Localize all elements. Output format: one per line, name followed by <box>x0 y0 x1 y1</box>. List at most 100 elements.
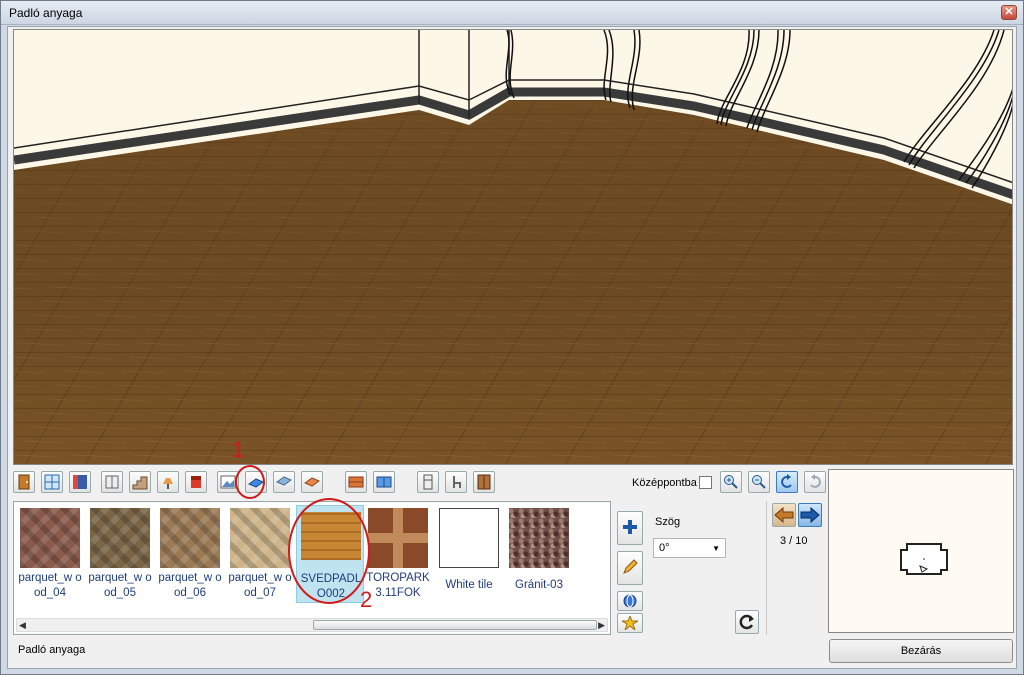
room-plan-thumbnail <box>900 543 948 575</box>
zoom-in-icon <box>724 475 738 489</box>
annotation-number-1: 1 <box>232 437 245 462</box>
zoom-out-icon <box>752 475 766 489</box>
separator <box>766 501 767 635</box>
scroll-right-icon[interactable]: ▶ <box>598 620 605 631</box>
zoom-out-button[interactable] <box>748 471 770 493</box>
stair-category-button[interactable] <box>129 471 151 493</box>
center-label: Középpontba <box>632 477 697 489</box>
material-item[interactable]: TOROPARK 3.11FOK <box>364 505 432 603</box>
material-swatch <box>368 508 428 568</box>
refresh-icon <box>739 614 754 630</box>
material-item[interactable]: White tile <box>435 505 503 603</box>
edit-material-button[interactable] <box>617 551 643 585</box>
tile-category-button[interactable] <box>373 471 395 493</box>
rotate-left-icon <box>781 474 792 488</box>
material-item[interactable]: parquet_w ood_06 <box>156 505 224 603</box>
plus-icon <box>623 520 637 534</box>
horizontal-scrollbar[interactable]: ◀ ▶ <box>16 618 608 632</box>
chair-icon <box>453 476 461 488</box>
page-indicator: 3 / 10 <box>780 535 808 547</box>
window-category-button[interactable] <box>41 471 63 493</box>
tile-icon <box>376 476 392 488</box>
angle-select[interactable]: 0° ▼ <box>653 538 726 558</box>
wardrobe-icon <box>477 474 491 490</box>
fridge-icon <box>423 474 433 490</box>
roof-icon <box>304 477 320 487</box>
roof-category-button[interactable] <box>301 471 323 493</box>
pencil-icon <box>623 559 638 574</box>
refresh-button[interactable] <box>735 610 759 634</box>
ceiling-category-button[interactable] <box>273 471 295 493</box>
angle-value: 0° <box>659 542 670 554</box>
close-button[interactable]: Bezárás <box>829 639 1013 663</box>
window-icon <box>44 474 60 490</box>
angle-label: Szög <box>655 516 681 528</box>
material-label: parquet_w ood_07 <box>228 572 292 599</box>
material-item[interactable]: parquet_w ood_04 <box>16 505 84 603</box>
dialog-client-area: Középpontba parquet_w ood_04 parquet_w oo… <box>7 26 1017 669</box>
rotate-right-icon <box>810 474 821 488</box>
wall-texture-category-button[interactable] <box>69 471 91 493</box>
material-label: White tile <box>445 579 493 591</box>
rotate-right-button[interactable] <box>804 471 826 493</box>
material-swatch <box>160 508 220 568</box>
scroll-left-icon[interactable]: ◀ <box>19 620 26 631</box>
annotation-number-2: 2 <box>360 587 373 612</box>
favorites-button[interactable] <box>617 613 643 633</box>
globe-icon <box>623 594 637 608</box>
material-swatch <box>439 508 499 568</box>
material-swatch <box>230 508 290 568</box>
wall-texture-icon <box>73 475 87 489</box>
material-item[interactable]: parquet_w ood_05 <box>86 505 154 603</box>
title-bar[interactable]: Padló anyaga ✕ <box>1 1 1023 25</box>
material-label: Gránit-03 <box>515 579 563 591</box>
material-label: TOROPARK 3.11FOK <box>366 572 430 599</box>
brick-icon <box>348 476 364 488</box>
zoom-in-button[interactable] <box>720 471 742 493</box>
material-swatch <box>509 508 569 568</box>
material-label: parquet_w ood_04 <box>18 572 82 599</box>
lamp-icon <box>163 478 173 489</box>
cabinet-category-button[interactable] <box>101 471 123 493</box>
brick-category-button[interactable] <box>345 471 367 493</box>
star-icon <box>622 616 638 630</box>
door-category-button[interactable] <box>13 471 35 493</box>
arrow-right-icon <box>800 506 820 524</box>
arrow-left-icon <box>774 506 794 524</box>
previous-view-button[interactable] <box>772 503 796 527</box>
chair-category-button[interactable] <box>445 471 467 493</box>
material-item[interactable]: Gránit-03 <box>505 505 573 603</box>
material-item[interactable]: parquet_w ood_07 <box>226 505 294 603</box>
material-label: parquet_w ood_06 <box>158 572 222 599</box>
floor-plan-preview[interactable] <box>828 469 1014 633</box>
wardrobe-category-button[interactable] <box>473 471 495 493</box>
online-library-button[interactable] <box>617 591 643 611</box>
stair-icon <box>132 476 148 490</box>
chevron-down-icon: ▼ <box>712 544 720 553</box>
annotation-circle-1 <box>235 465 265 499</box>
3d-viewport[interactable] <box>13 29 1013 465</box>
status-text: Padló anyaga <box>18 644 86 656</box>
add-material-button[interactable] <box>617 511 643 545</box>
paint-icon <box>191 476 201 488</box>
dialog-window: Padló anyaga ✕ Középpontba parquet_w ood… <box>0 0 1024 675</box>
annotation-circle-2 <box>288 498 370 604</box>
ceiling-icon <box>276 476 292 486</box>
window-title: Padló anyaga <box>9 6 83 20</box>
material-swatch <box>90 508 150 568</box>
material-label: parquet_w ood_05 <box>88 572 152 599</box>
material-swatch <box>20 508 80 568</box>
door-icon <box>18 474 30 490</box>
room-render <box>14 30 1012 464</box>
picture-icon <box>220 475 236 489</box>
paint-category-button[interactable] <box>185 471 207 493</box>
center-checkbox[interactable] <box>699 476 712 489</box>
lamp-category-button[interactable] <box>157 471 179 493</box>
category-toolbar: Középpontba <box>13 469 826 497</box>
scrollbar-thumb[interactable] <box>313 620 597 630</box>
fridge-category-button[interactable] <box>417 471 439 493</box>
rotate-left-button[interactable] <box>776 471 798 493</box>
close-window-button[interactable]: ✕ <box>1001 5 1017 20</box>
cabinet-icon <box>105 475 119 489</box>
next-view-button[interactable] <box>798 503 822 527</box>
